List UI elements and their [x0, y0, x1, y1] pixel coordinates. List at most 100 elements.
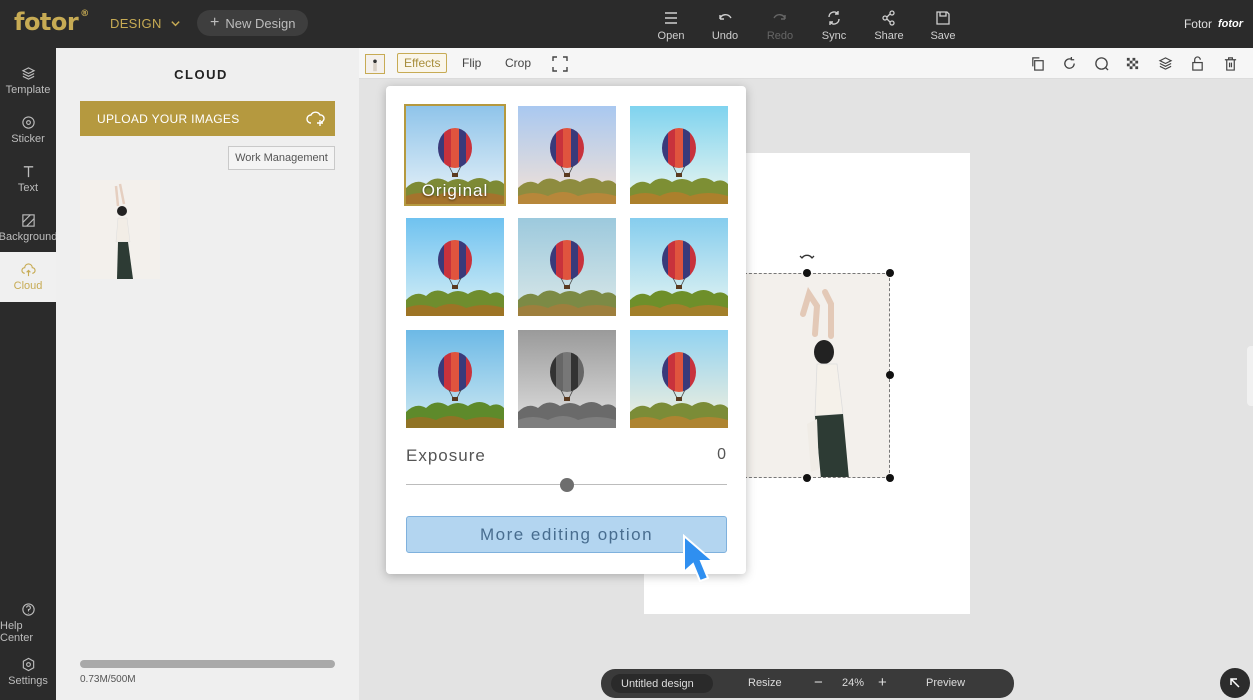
delete-icon[interactable]: [1223, 56, 1238, 71]
shape-mask-icon[interactable]: [1094, 56, 1109, 71]
exposure-value: 0: [717, 446, 726, 463]
help-icon: [21, 603, 35, 616]
woman-photo: [80, 180, 160, 279]
save-icon: [936, 11, 950, 25]
account-brand[interactable]: Fotor fotor: [1184, 17, 1243, 31]
arrow-up-left-icon: [1230, 678, 1240, 688]
plus-icon: +: [210, 14, 220, 31]
open-button[interactable]: Open: [648, 10, 694, 42]
rail-item-cloud[interactable]: Cloud: [0, 252, 56, 302]
resize-handle[interactable]: [886, 269, 894, 277]
design-menu[interactable]: DESIGN: [110, 16, 181, 31]
settings-icon: [22, 657, 34, 672]
image-toolbar: Effects Flip Crop: [359, 48, 1253, 79]
right-panel-toggle[interactable]: [1247, 346, 1253, 406]
new-design-label: New Design: [225, 15, 296, 31]
design-name-field[interactable]: Untitled design: [611, 674, 713, 693]
filter-thumbnail-3[interactable]: [630, 106, 728, 204]
upload-images-button[interactable]: UPLOAD YOUR IMAGES: [80, 101, 335, 136]
balloon-image: [518, 218, 616, 316]
balloon-image: [630, 218, 728, 316]
undo-button[interactable]: Undo: [702, 10, 748, 42]
redo-icon: [773, 14, 786, 20]
filter-thumbnail-1[interactable]: Original: [404, 104, 506, 206]
bottom-bar: Untitled design Resize − 24% + Preview: [601, 669, 1014, 698]
duplicate-icon[interactable]: [1030, 56, 1045, 71]
original-label: Original: [421, 181, 489, 200]
balloon-image: [406, 218, 504, 316]
rail-item-template[interactable]: Template: [0, 56, 56, 106]
cloud-add-icon: [306, 111, 325, 126]
preview-button[interactable]: Preview: [926, 677, 965, 689]
rail-item-help-center[interactable]: Help Center: [0, 598, 56, 648]
resize-handle[interactable]: [886, 371, 894, 379]
rail-item-sticker[interactable]: Sticker: [0, 105, 56, 155]
rotate-icon[interactable]: [1062, 56, 1077, 71]
storage-text: 0.73M/500M: [80, 674, 136, 685]
filter-thumbnail-9[interactable]: [630, 330, 728, 428]
brand-text: Fotor: [1183, 17, 1212, 31]
collapse-button[interactable]: [1220, 668, 1250, 698]
woman-photo: [745, 274, 889, 477]
crop-tab[interactable]: Crop: [505, 56, 531, 70]
exposure-slider-knob[interactable]: [559, 478, 574, 492]
selected-image-thumb[interactable]: [365, 54, 385, 74]
effects-popup: Original Exposure 0 More editing option: [386, 86, 746, 574]
filter-thumbnail-6[interactable]: [630, 218, 728, 316]
balloon-image: [630, 106, 728, 204]
zoom-out-button[interactable]: −: [814, 674, 823, 691]
uploaded-image-thumbnail[interactable]: [80, 180, 160, 279]
storage-progress-bar: [80, 660, 335, 668]
mouse-cursor-icon: [683, 534, 716, 583]
upload-label: UPLOAD YOUR IMAGES: [97, 111, 240, 126]
balloon-image: [406, 330, 504, 428]
flip-tab[interactable]: Flip: [462, 56, 481, 70]
menu-icon: [665, 12, 677, 24]
filter-thumbnail-5[interactable]: [518, 218, 616, 316]
resize-handle[interactable]: [886, 474, 894, 482]
filter-thumbnail-2[interactable]: [518, 106, 616, 204]
more-editing-option-button[interactable]: More editing option: [406, 516, 727, 553]
undo-icon: [719, 14, 732, 20]
layers-icon[interactable]: [1158, 56, 1173, 71]
exposure-label: Exposure: [406, 446, 486, 465]
background-icon: [21, 214, 35, 227]
zoom-in-button[interactable]: +: [878, 674, 887, 691]
filter-thumbnail-4[interactable]: [406, 218, 504, 316]
design-menu-label: DESIGN: [110, 16, 162, 31]
balloon-image: [518, 106, 616, 204]
share-icon: [882, 10, 895, 26]
filter-thumbnail-8[interactable]: [518, 330, 616, 428]
cloud-upload-icon: [20, 263, 36, 277]
new-design-button[interactable]: + New Design: [197, 10, 309, 36]
expand-icon[interactable]: [552, 56, 568, 72]
zoom-level: 24%: [842, 677, 865, 689]
redo-button[interactable]: Redo: [757, 10, 803, 42]
rail-item-settings[interactable]: Settings: [0, 647, 56, 697]
rotate-handle-icon[interactable]: [799, 250, 815, 262]
chevron-down-icon: [170, 21, 180, 27]
text-icon: [23, 166, 33, 178]
work-management-button[interactable]: Work Management: [228, 146, 335, 170]
cloud-panel: CLOUD UPLOAD YOUR IMAGES Work Management…: [56, 48, 359, 700]
resize-handle[interactable]: [803, 474, 811, 482]
filter-thumbnail-7[interactable]: [406, 330, 504, 428]
save-button[interactable]: Save: [920, 10, 966, 42]
balloon-image: [630, 330, 728, 428]
rail-item-text[interactable]: Text: [0, 154, 56, 204]
resize-button[interactable]: Resize: [748, 677, 782, 689]
share-button[interactable]: Share: [866, 10, 912, 42]
sticker-icon: [21, 116, 35, 129]
sync-icon: [828, 11, 840, 25]
left-rail: Template Sticker Text Background Cloud H…: [0, 48, 57, 700]
selected-photo[interactable]: [744, 273, 890, 478]
brand-logo-mini: fotor: [1217, 18, 1243, 30]
fotor-logo[interactable]: fotor ®: [14, 8, 89, 36]
sync-button[interactable]: Sync: [811, 10, 857, 42]
rail-item-background[interactable]: Background: [0, 203, 57, 253]
lock-icon[interactable]: [1190, 56, 1205, 71]
transparency-icon[interactable]: [1125, 56, 1140, 71]
effects-tab[interactable]: Effects: [397, 53, 448, 73]
balloon-image: [518, 330, 616, 428]
resize-handle[interactable]: [803, 269, 811, 277]
